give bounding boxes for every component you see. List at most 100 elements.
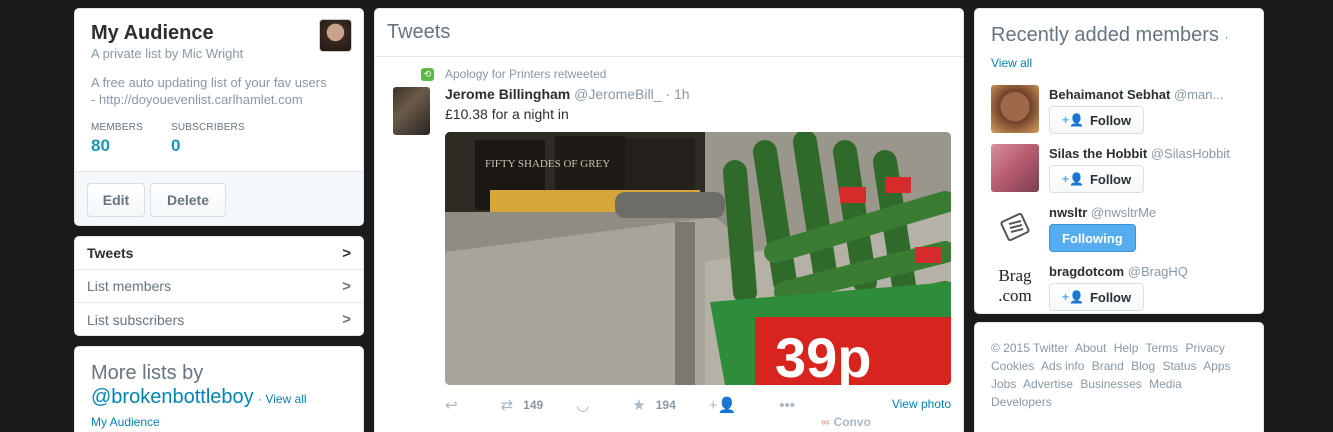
retweet-action[interactable]: ⇄ 149 bbox=[501, 396, 544, 414]
footer-link-about[interactable]: About bbox=[1075, 341, 1106, 355]
member-avatar[interactable] bbox=[991, 144, 1039, 192]
member-item: Silas the Hobbit @SilasHobbit +👤 Follow bbox=[991, 144, 1247, 203]
view-photo-link[interactable]: View photo bbox=[892, 397, 951, 411]
footer-link-terms[interactable]: Terms bbox=[1146, 341, 1179, 355]
stat-subscribers-value: 0 bbox=[170, 136, 181, 155]
stat-members-value: 80 bbox=[91, 136, 110, 155]
footer-link-businesses[interactable]: Businesses bbox=[1080, 377, 1141, 391]
follow-button[interactable]: +👤 Follow bbox=[1049, 106, 1145, 134]
tweet-timestamp[interactable]: · 1h bbox=[665, 86, 689, 102]
recently-added-members-card: Recently added members · View all Behaim… bbox=[974, 8, 1264, 314]
convo-label: Convo bbox=[833, 415, 871, 429]
following-button[interactable]: Following bbox=[1049, 224, 1136, 252]
list-header: My Audience A private list by Mic Wright… bbox=[75, 9, 363, 171]
convo-icon: ∞ bbox=[821, 415, 830, 429]
follow-action[interactable]: +👤 bbox=[709, 396, 746, 414]
newsletter-icon bbox=[1000, 212, 1030, 242]
more-lists-handle[interactable]: @brokenbottleboy bbox=[91, 386, 254, 408]
member-avatar[interactable] bbox=[991, 203, 1039, 251]
retweet-count: 149 bbox=[523, 398, 544, 412]
list-byline: A private list by Mic Wright bbox=[91, 46, 244, 61]
footer-card: © 2015 Twitter About Help Terms Privacy … bbox=[974, 322, 1264, 432]
footer-link-ads-info[interactable]: Ads info bbox=[1041, 359, 1084, 373]
convo-link[interactable]: ∞ Convo bbox=[821, 415, 871, 429]
more-icon: ••• bbox=[779, 396, 795, 414]
pocket-action[interactable]: ◡ bbox=[576, 396, 599, 414]
member-avatar[interactable]: Brag .com bbox=[991, 262, 1039, 310]
stat-members[interactable]: MEMBERS 80 bbox=[91, 122, 143, 156]
nav-item-list-subscribers[interactable]: List subscribers > bbox=[75, 303, 363, 335]
tweet-author-name[interactable]: Jerome Billingham bbox=[445, 86, 570, 102]
footer-link-jobs[interactable]: Jobs bbox=[991, 377, 1016, 391]
member-name[interactable]: nwsltr @nwsltrMe bbox=[1049, 205, 1249, 220]
footer-link-advertise[interactable]: Advertise bbox=[1023, 377, 1073, 391]
stat-members-label: MEMBERS bbox=[91, 122, 143, 133]
member-avatar[interactable] bbox=[991, 85, 1039, 133]
reply-icon: ↩ bbox=[445, 397, 458, 414]
follow-button[interactable]: +👤 Follow bbox=[1049, 283, 1145, 311]
add-user-icon: +👤 bbox=[708, 397, 737, 414]
list-stats: MEMBERS 80 SUBSCRIBERS 0 bbox=[91, 122, 347, 156]
pocket-icon: ◡ bbox=[576, 397, 590, 414]
nav-item-label: List subscribers bbox=[87, 311, 185, 328]
footer-link-brand[interactable]: Brand bbox=[1092, 359, 1124, 373]
retweeted-by-label[interactable]: Apology for Printers retweeted bbox=[445, 67, 606, 81]
reply-action[interactable]: ↩ bbox=[445, 396, 468, 414]
tweets-stream: Tweets ⟲ Apology for Printers retweeted … bbox=[374, 8, 964, 432]
more-action[interactable]: ••• bbox=[779, 397, 805, 414]
list-actions: Edit Delete bbox=[75, 171, 363, 225]
stat-subscribers[interactable]: SUBSCRIBERS 0 bbox=[171, 122, 245, 156]
members-title-text: Recently added members bbox=[991, 24, 1219, 46]
add-user-icon: +👤 bbox=[1062, 113, 1084, 127]
tweet[interactable]: ⟲ Apology for Printers retweeted Jerome … bbox=[375, 57, 963, 430]
footer-link-apps[interactable]: Apps bbox=[1203, 359, 1230, 373]
chevron-right-icon: > bbox=[342, 311, 351, 328]
stat-subscribers-label: SUBSCRIBERS bbox=[170, 122, 245, 133]
list-description: A free auto updating list of your fav us… bbox=[91, 75, 327, 107]
tweet-author-handle[interactable]: @JeromeBill_ bbox=[574, 86, 661, 102]
footer-copyright: © 2015 Twitter bbox=[991, 341, 1069, 355]
members-list: Behaimanot Sebhat @man... +👤 Follow Silas… bbox=[991, 85, 1249, 313]
footer-link-privacy[interactable]: Privacy bbox=[1186, 341, 1225, 355]
more-lists-item[interactable]: My Audience bbox=[91, 415, 347, 429]
nav-item-tweets[interactable]: Tweets > bbox=[75, 237, 363, 270]
member-item: nwsltr @nwsltrMe Following bbox=[991, 203, 1247, 262]
retweet-context: ⟲ Apology for Printers retweeted bbox=[421, 67, 951, 81]
tweet-header: Jerome Billingham @JeromeBill_ · 1h bbox=[445, 86, 951, 102]
footer-link-developers[interactable]: Developers bbox=[991, 395, 1052, 409]
footer-link-help[interactable]: Help bbox=[1114, 341, 1139, 355]
more-lists-view-all-link[interactable]: · View all bbox=[258, 392, 306, 406]
favorite-count: 194 bbox=[655, 398, 676, 412]
member-name[interactable]: Behaimanot Sebhat @man... bbox=[1049, 87, 1249, 102]
photo-image: FIFTY SHADES OF GREY 39p bbox=[445, 132, 951, 385]
star-icon: ★ bbox=[632, 397, 646, 414]
footer-link-status[interactable]: Status bbox=[1162, 359, 1196, 373]
member-name[interactable]: Silas the Hobbit @SilasHobbit bbox=[1049, 146, 1249, 161]
footer-link-blog[interactable]: Blog bbox=[1131, 359, 1155, 373]
nav-item-label: List members bbox=[87, 278, 172, 294]
add-user-icon: +👤 bbox=[1062, 290, 1084, 304]
owner-avatar[interactable] bbox=[319, 19, 352, 52]
book-title-text: FIFTY SHADES OF GREY bbox=[485, 158, 610, 170]
follow-button[interactable]: +👤 Follow bbox=[1049, 165, 1145, 193]
tweet-author-avatar[interactable] bbox=[393, 87, 430, 135]
tweet-photo[interactable]: FIFTY SHADES OF GREY 39p bbox=[445, 132, 951, 385]
footer-link-cookies[interactable]: Cookies bbox=[991, 359, 1034, 373]
members-title: Recently added members · View all bbox=[991, 23, 1247, 75]
favorite-action[interactable]: ★ 194 bbox=[632, 396, 675, 414]
footer-link-media[interactable]: Media bbox=[1149, 377, 1182, 391]
price-sign-text: 39p bbox=[775, 326, 872, 385]
delete-button[interactable]: Delete bbox=[150, 183, 226, 217]
chevron-right-icon: > bbox=[342, 277, 351, 295]
edit-button[interactable]: Edit bbox=[87, 183, 145, 217]
tweet-text: £10.38 for a night in bbox=[445, 106, 569, 122]
nav-item-list-members[interactable]: List members > bbox=[75, 270, 363, 303]
member-item: Behaimanot Sebhat @man... +👤 Follow bbox=[991, 85, 1247, 144]
chevron-right-icon: > bbox=[342, 244, 351, 262]
member-item: Brag .com bragdotcom @BragHQ +👤 Follow bbox=[991, 262, 1249, 313]
more-lists-title: More lists by bbox=[91, 362, 204, 384]
member-name[interactable]: bragdotcom @BragHQ bbox=[1049, 264, 1249, 279]
retweet-icon: ⇄ bbox=[500, 397, 514, 414]
add-user-icon: +👤 bbox=[1062, 172, 1084, 186]
tweet-actions: ↩ ⇄ 149 ◡ ★ 194 +👤 ••• View photo ∞ Convo bbox=[445, 395, 951, 430]
